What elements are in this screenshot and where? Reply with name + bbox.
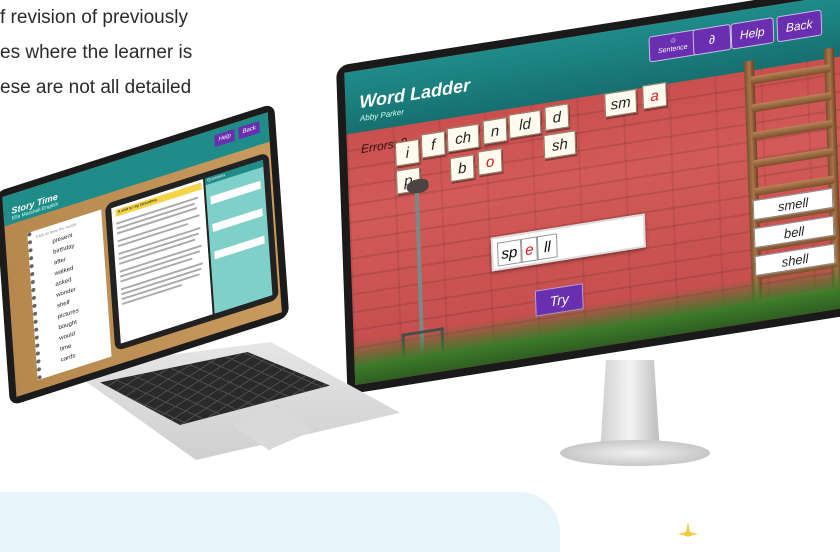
word-list-item[interactable]: after (54, 257, 66, 267)
word-list-item[interactable]: wonder (56, 287, 76, 299)
laptop-help-button[interactable]: Help (214, 128, 236, 148)
listen-button[interactable]: ∂ (692, 23, 732, 56)
answer-box[interactable] (212, 208, 263, 232)
intro-line: es where the learner is (0, 42, 193, 63)
word-list-item[interactable]: would (59, 331, 75, 342)
answer-segment: e (520, 236, 538, 263)
word-list-notebook: Click to hear the words present birthday… (27, 209, 112, 381)
back-button[interactable]: Back (776, 9, 822, 43)
letter-tile[interactable]: sh (543, 130, 577, 160)
word-list-item[interactable]: bought (58, 320, 77, 332)
desktop-monitor: Word Ladder Abby Parker ♲ Sentence ∂ Help… (336, 0, 840, 395)
info-panel (0, 492, 560, 552)
intro-line: f revision of previously (0, 7, 188, 28)
letter-tile[interactable]: d (544, 103, 570, 132)
letter-tile[interactable]: ch (446, 123, 480, 153)
laptop-back-button[interactable]: Back (238, 120, 261, 140)
monitor-bezel: Word Ladder Abby Parker ♲ Sentence ∂ Help… (336, 0, 840, 395)
app-title: Word Ladder (359, 74, 471, 113)
story-page: A visit to my Grandma (111, 178, 213, 344)
letter-tile[interactable]: ld (508, 109, 542, 139)
help-button[interactable]: Help (730, 17, 775, 50)
word-list-item[interactable]: asked (55, 277, 71, 288)
letter-tile[interactable]: sm (604, 88, 638, 118)
letter-tile[interactable]: i (394, 138, 420, 167)
answer-segment: sp (496, 238, 522, 267)
letter-tile[interactable]: n (482, 117, 508, 145)
letter-tile[interactable]: a (642, 81, 668, 110)
intro-line: ese are not all detailed (0, 77, 192, 98)
answer-box[interactable] (214, 235, 265, 260)
questions-panel: Questions (204, 159, 273, 314)
answer-box[interactable] (210, 180, 261, 205)
letter-tile[interactable]: b (449, 154, 475, 183)
ear-icon: ∂ (708, 32, 716, 48)
intro-text: f revision of previously es where the le… (0, 0, 300, 105)
word-list-item[interactable]: cards (61, 353, 76, 364)
letter-tile[interactable]: f (420, 130, 446, 159)
word-ladder-screen: Word Ladder Abby Parker ♲ Sentence ∂ Help… (344, 0, 840, 386)
letter-tile[interactable]: o (477, 147, 503, 176)
word-list-item[interactable]: time (60, 343, 72, 352)
word-list-item[interactable]: present (52, 233, 72, 245)
sentence-button[interactable]: ♲ Sentence (648, 29, 697, 63)
star-decoration-icon (678, 522, 698, 537)
monitor-base (560, 440, 710, 466)
word-list-item[interactable]: birthday (53, 243, 75, 256)
answer-segment: ll (536, 233, 558, 261)
word-list-item[interactable]: walked (55, 266, 74, 278)
word-list-item[interactable]: shelf (57, 300, 70, 310)
